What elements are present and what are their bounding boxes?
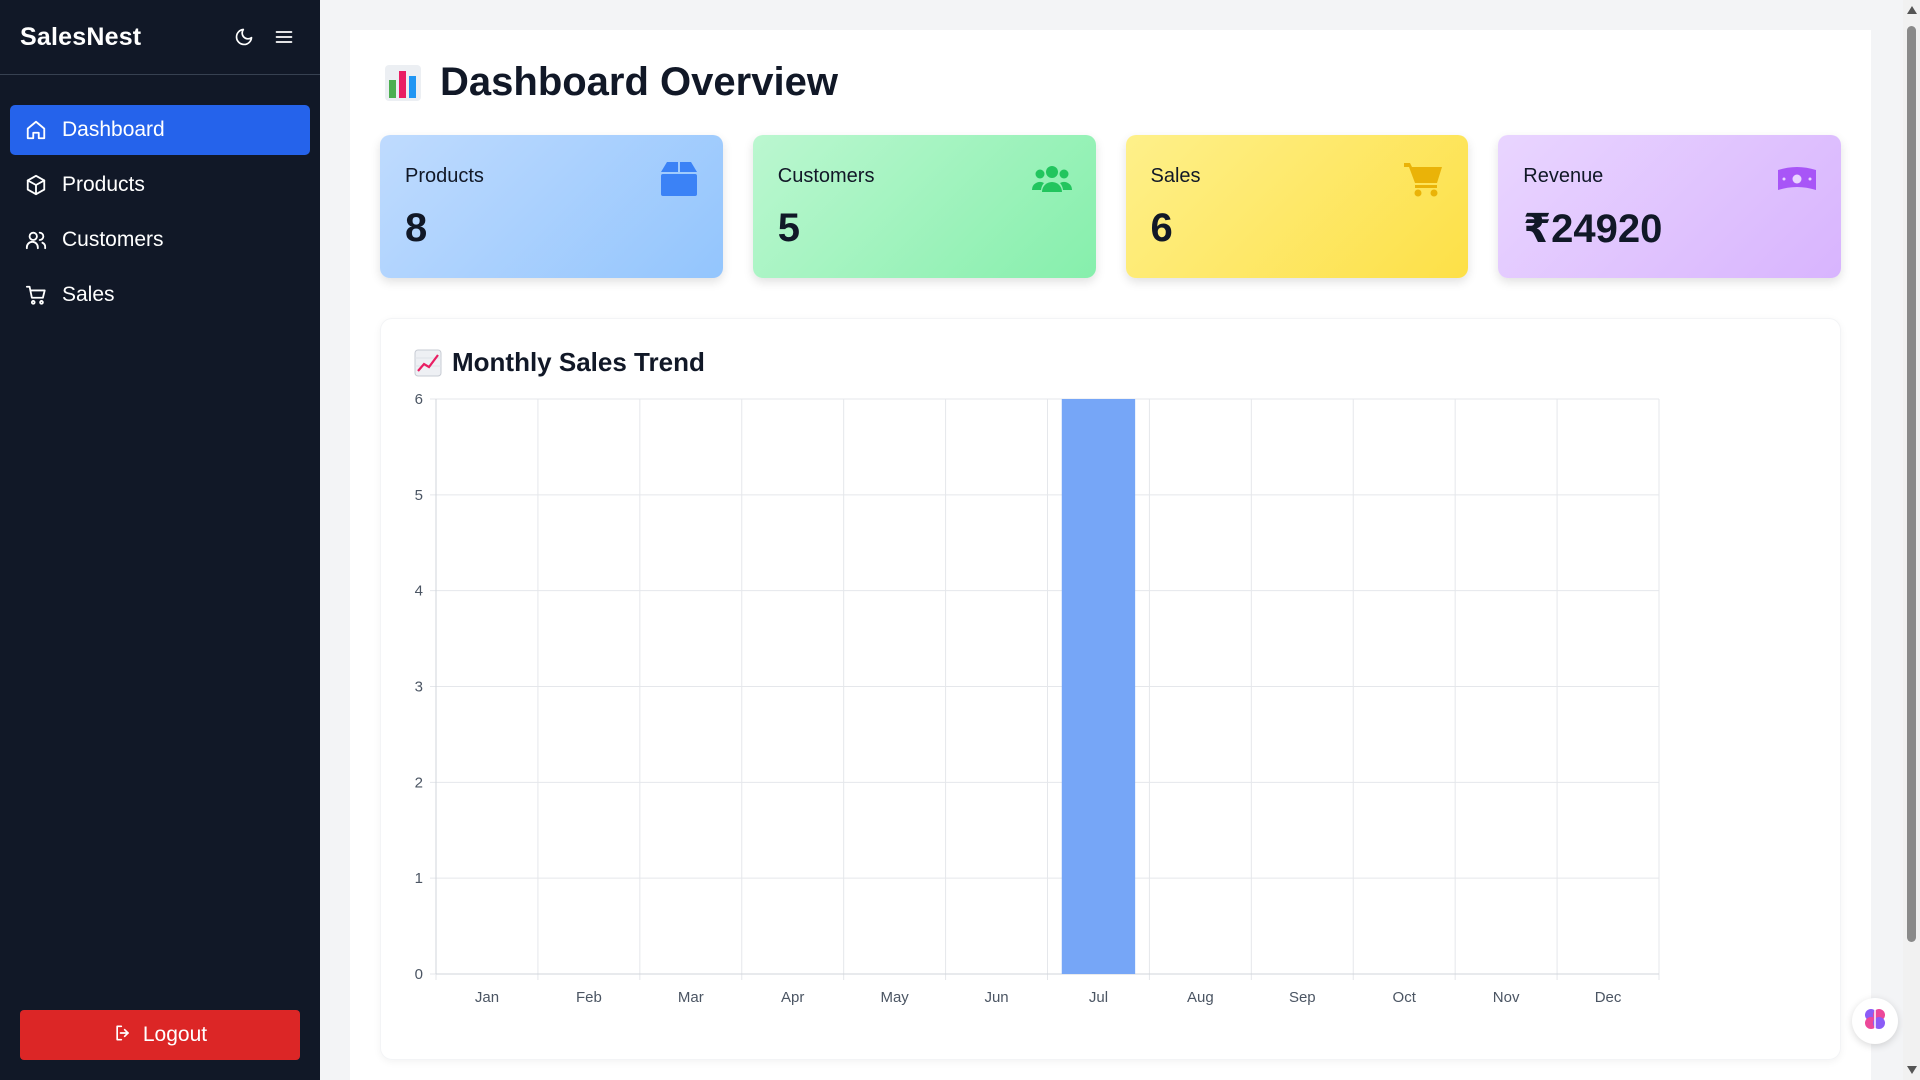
- x-tick-label: Nov: [1493, 989, 1520, 1006]
- x-tick-label: May: [880, 989, 909, 1006]
- moon-icon[interactable]: [228, 21, 260, 53]
- sidebar: SalesNest Dashboard Products Customers S…: [0, 0, 320, 1080]
- box-icon: [25, 174, 47, 196]
- x-tick-label: Jun: [984, 989, 1008, 1006]
- x-tick-label: Feb: [576, 989, 602, 1006]
- bar-chart-emoji-icon: [384, 64, 422, 102]
- sidebar-item-products[interactable]: Products: [10, 160, 310, 210]
- logout-button[interactable]: Logout: [20, 1010, 300, 1060]
- y-tick-label: 5: [415, 487, 423, 504]
- stat-card-customers: Customers 5: [752, 135, 1096, 278]
- stat-card-revenue: Revenue ₹24920: [1498, 135, 1841, 278]
- page-title: Dashboard Overview: [440, 60, 838, 104]
- y-tick-label: 1: [415, 870, 423, 887]
- scroll-down-arrow-icon[interactable]: [1907, 1066, 1917, 1074]
- users-icon: [25, 229, 47, 251]
- scroll-up-arrow-icon[interactable]: [1907, 6, 1917, 14]
- bar-jul: [1061, 399, 1136, 974]
- brain-icon: [1862, 1006, 1888, 1037]
- sidebar-item-label: Products: [62, 173, 145, 196]
- y-tick-label: 4: [415, 583, 423, 600]
- sidebar-header: SalesNest: [0, 0, 320, 75]
- stat-card-label: Revenue: [1523, 165, 1604, 187]
- cart-icon: [1404, 159, 1444, 199]
- chart-title: Monthly Sales Trend: [452, 347, 705, 377]
- page-header: Dashboard Overview: [380, 30, 1841, 135]
- logout-icon: [113, 1023, 133, 1048]
- page-scrollbar[interactable]: [1903, 0, 1920, 1080]
- users-icon: [1031, 159, 1072, 199]
- stat-card-value: 8: [405, 206, 428, 250]
- logout-label: Logout: [142, 1023, 208, 1046]
- stat-card-label: Sales: [1150, 165, 1201, 187]
- sidebar-item-label: Sales: [62, 283, 115, 306]
- stat-card-value: ₹24920: [1523, 207, 1663, 251]
- x-tick-label: Aug: [1187, 989, 1214, 1006]
- sidebar-item-customers[interactable]: Customers: [10, 215, 310, 265]
- x-tick-label: Jul: [1089, 989, 1108, 1006]
- stat-card-sales: Sales 6: [1125, 135, 1469, 278]
- home-icon: [25, 119, 47, 141]
- stat-card-label: Products: [405, 165, 484, 187]
- stats-cards: Products 8 Customers 5 Sales 6 Revenue ₹…: [380, 135, 1841, 278]
- x-tick-label: Apr: [781, 989, 804, 1006]
- sidebar-nav: Dashboard Products Customers Sales: [0, 75, 320, 320]
- x-tick-label: Mar: [678, 989, 704, 1006]
- hamburger-menu-icon[interactable]: [268, 21, 300, 53]
- main-content: Dashboard Overview Products 8 Customers …: [350, 30, 1871, 1080]
- stat-card-products: Products 8: [380, 135, 723, 278]
- scroll-thumb[interactable]: [1907, 26, 1916, 942]
- monthly-sales-chart-card: 0 1 2 3 4 5 6 Jan Feb Mar Apr May Jun Jul Aug Sep Oct Nov…: [380, 318, 1841, 1060]
- sidebar-item-label: Dashboard: [62, 118, 165, 141]
- trend-chart-emoji-icon: [414, 349, 442, 377]
- sidebar-item-sales[interactable]: Sales: [10, 270, 310, 320]
- money-icon: [1777, 159, 1817, 199]
- x-tick-label: Oct: [1393, 989, 1417, 1006]
- y-tick-label: 2: [415, 774, 423, 791]
- cart-icon: [25, 284, 47, 306]
- assistant-button[interactable]: [1852, 998, 1898, 1044]
- monthly-sales-chart: 0 1 2 3 4 5 6 Jan Feb Mar Apr May Jun Jul Aug Sep Oct Nov…: [415, 391, 1660, 1006]
- y-tick-label: 0: [415, 966, 423, 983]
- y-tick-label: 6: [415, 391, 423, 408]
- stat-card-value: 5: [777, 206, 800, 250]
- x-tick-label: Jan: [475, 989, 499, 1006]
- box-icon: [659, 159, 699, 199]
- y-tick-label: 3: [415, 679, 423, 696]
- stat-card-value: 6: [1150, 206, 1173, 250]
- sidebar-item-dashboard[interactable]: Dashboard: [10, 105, 310, 155]
- sidebar-item-label: Customers: [62, 228, 164, 251]
- brand-name: SalesNest: [20, 22, 142, 51]
- stat-card-label: Customers: [777, 165, 875, 187]
- x-tick-label: Dec: [1595, 989, 1622, 1006]
- x-tick-label: Sep: [1289, 989, 1316, 1006]
- chart-header: Monthly Sales Trend: [414, 347, 705, 378]
